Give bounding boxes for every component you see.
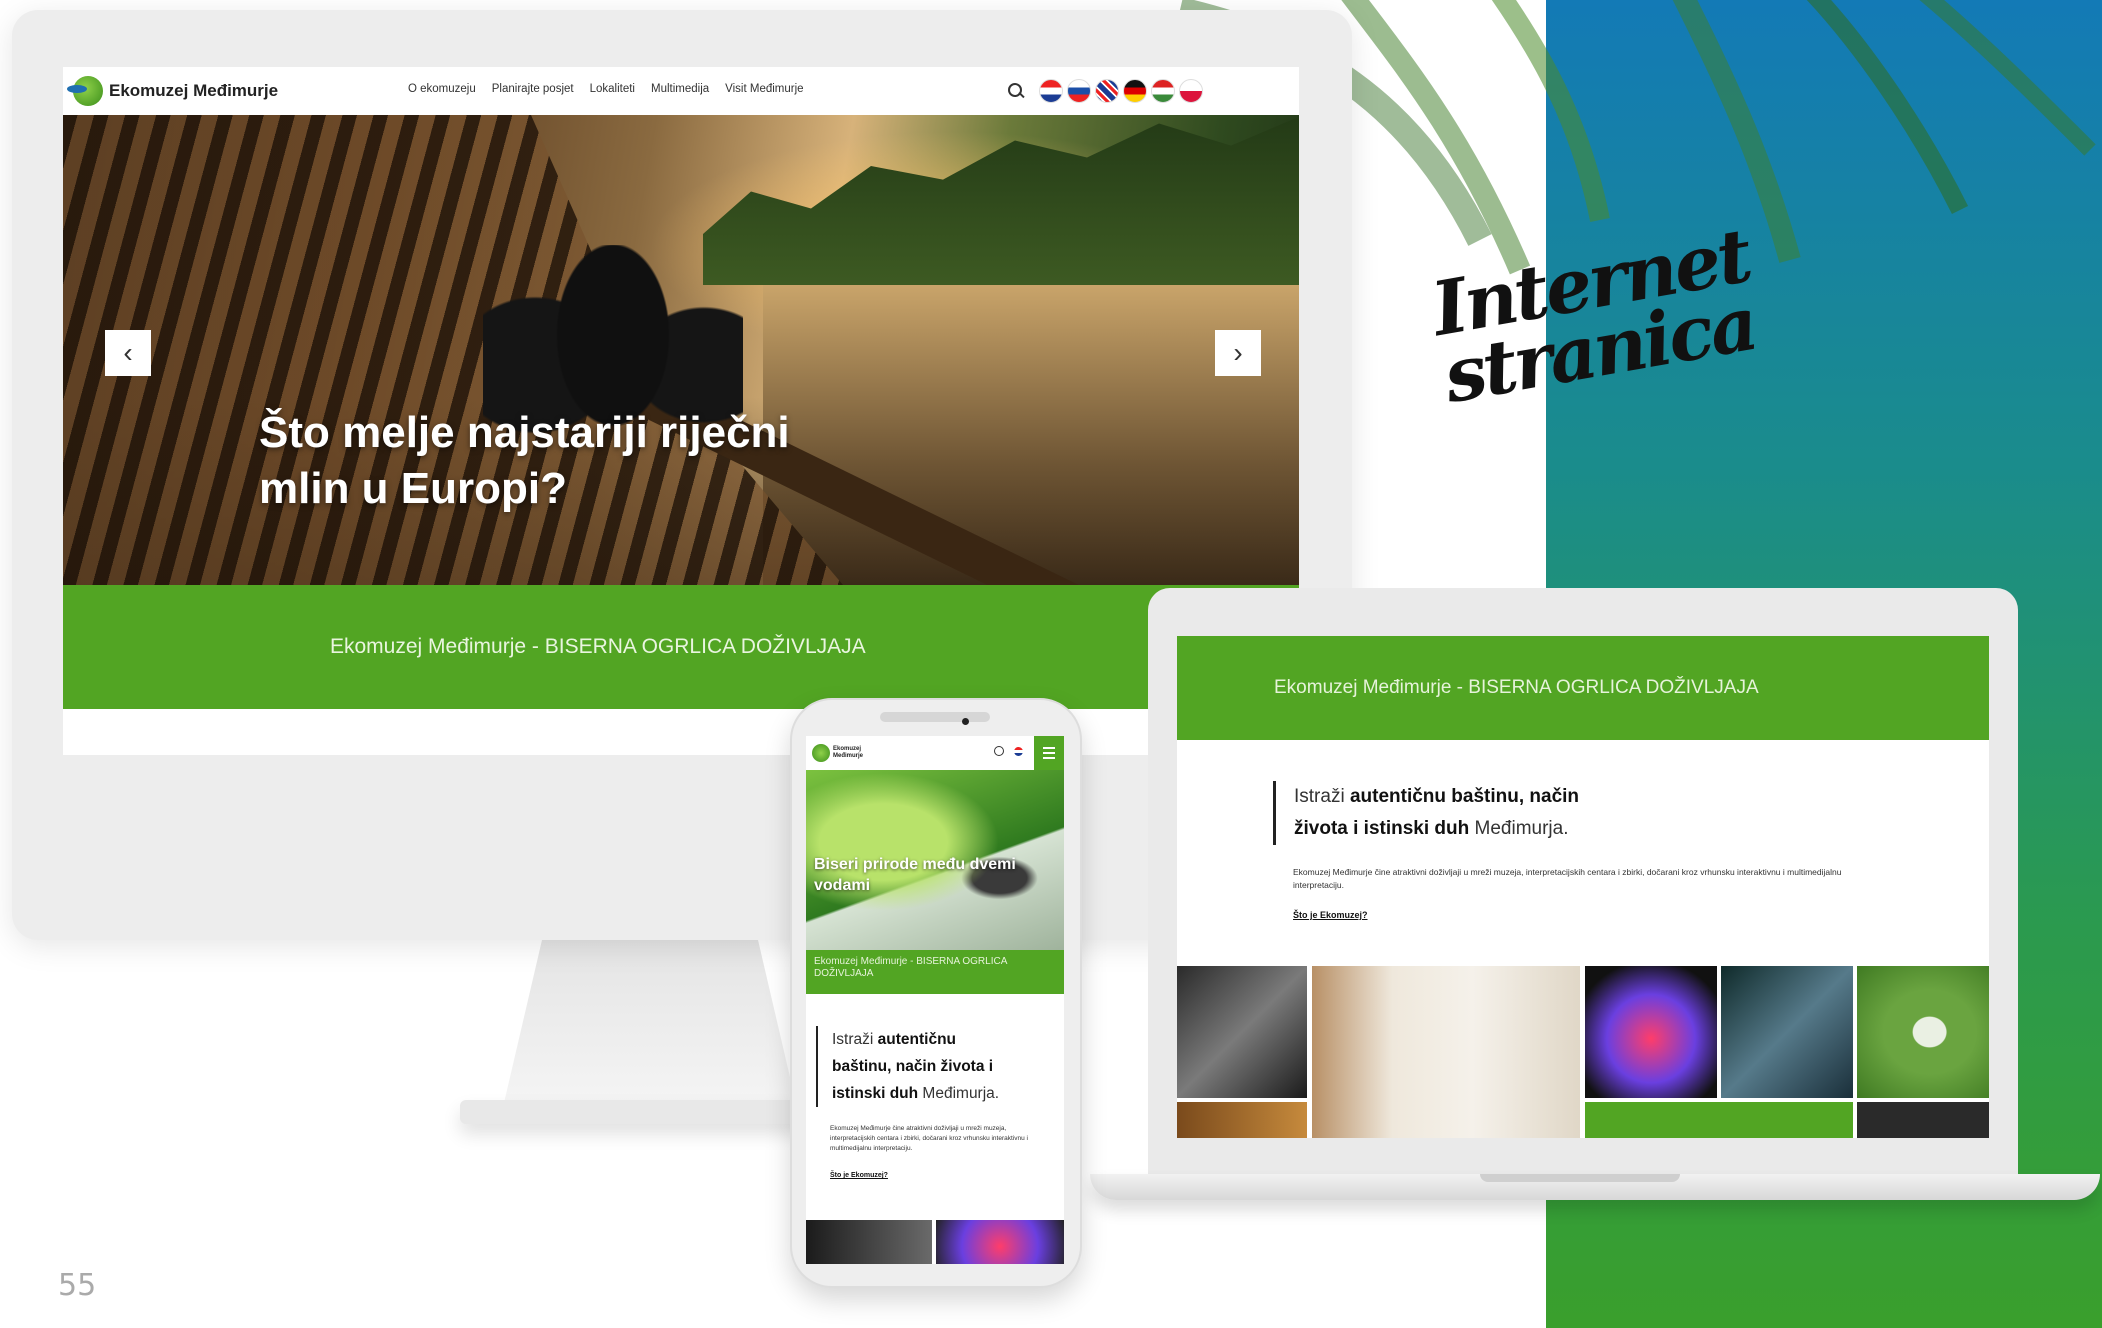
intro-plain-start: Istraži [1294,786,1350,807]
gallery-tile[interactable] [1177,1102,1307,1138]
hamburger-menu-button[interactable] [1034,736,1064,770]
nav-item-lokaliteti[interactable]: Lokaliteti [590,83,635,95]
phone-gallery-tile[interactable] [936,1220,1064,1264]
laptop-screen: Ekomuzej Međimurje - BISERNA OGRLICA DOŽ… [1177,636,1989,1138]
hero-trees [703,115,1299,285]
de-flag-icon[interactable] [1123,79,1147,103]
phone-intro-plain-end: Međimurja. [918,1085,1000,1102]
gallery-tile[interactable] [1312,966,1580,1138]
gallery-tile[interactable] [1177,966,1307,1098]
phone-hr-flag-icon[interactable] [1014,747,1023,756]
phone-body-text: Ekomuzej Međimurje čine atraktivni doživ… [830,1125,1028,1152]
slider-next-button[interactable]: › [1215,330,1261,376]
nav-item-visit-medimurje[interactable]: Visit Međimurje [725,83,803,95]
chevron-right-icon: › [1233,337,1243,368]
nav-tools [1007,79,1203,103]
pl-flag-icon[interactable] [1179,79,1203,103]
phone-gallery-tile[interactable] [806,1220,932,1264]
logo-icon[interactable] [67,76,103,106]
monitor-stand [500,940,800,1120]
uk-flag-icon[interactable] [1095,79,1119,103]
hu-flag-icon[interactable] [1151,79,1175,103]
laptop-intro-text: Istraži autentičnu baštinu, način života… [1273,781,1593,845]
phone-navbar: Ekomuzej Međimurje [806,736,1064,770]
phone-logo-line-2: Međimurje [833,753,864,759]
tagline-text: Ekomuzej Međimurje - BISERNA OGRLICA DOŽ… [330,635,866,658]
logo-text[interactable]: Ekomuzej Međimurje [109,81,278,101]
page-number: 55 [58,1268,97,1303]
laptop-learn-more-link[interactable]: Što je Ekomuzej? [1293,910,1368,920]
phone-speaker [880,712,990,722]
phone-logo-text[interactable]: Ekomuzej Međimurje [833,746,863,760]
phone-logo-line-1: Ekomuzej [833,746,862,752]
phone-tagline-band: Ekomuzej Međimurje - BISERNA OGRLICA DOŽ… [806,950,1064,994]
si-flag-icon[interactable] [1067,79,1091,103]
hero-slider: ‹ › Što melje najstariji riječni mlin u … [63,115,1299,585]
gallery-tile[interactable] [1857,966,1989,1098]
gallery-tile[interactable] [1585,1102,1853,1138]
nav-item-planirajte-posjet[interactable]: Planirajte posjet [492,83,574,95]
laptop-tagline-band: Ekomuzej Međimurje - BISERNA OGRLICA DOŽ… [1177,636,1989,740]
main-nav: O ekomuzeju Planirajte posjet Lokaliteti… [408,83,804,95]
monitor-base [460,1100,820,1124]
site-navbar: Ekomuzej Međimurje O ekomuzeju Planirajt… [63,67,1299,115]
laptop-body-text: Ekomuzej Međimurje čine atraktivni doživ… [1293,867,1842,890]
phone-camera [962,718,969,725]
intro-plain-end: Međimurja. [1469,818,1569,839]
tagline-band: Ekomuzej Međimurje - BISERNA OGRLICA DOŽ… [63,585,1299,709]
hero-title: Što melje najstariji riječni mlin u Euro… [259,408,790,513]
gallery-tile[interactable] [1857,1102,1989,1138]
phone-learn-more-link[interactable]: Što je Ekomuzej? [830,1172,888,1179]
laptop-notch [1480,1174,1680,1182]
phone-logo-icon[interactable] [812,744,830,762]
laptop-tagline-text: Ekomuzej Međimurje - BISERNA OGRLICA DOŽ… [1274,677,1759,698]
gallery-tile[interactable] [1721,966,1853,1098]
chevron-left-icon: ‹ [123,337,133,368]
phone-search-icon[interactable] [994,746,1004,756]
phone-screen: Ekomuzej Međimurje Biseri prirode među dv… [806,736,1064,1264]
nav-item-multimedija[interactable]: Multimedija [651,83,709,95]
slider-prev-button[interactable]: ‹ [105,330,151,376]
desktop-screen: Ekomuzej Međimurje O ekomuzeju Planirajt… [63,67,1299,755]
nav-item-o-ekomuzeju[interactable]: O ekomuzeju [408,83,476,95]
phone-hero-title: Biseri prirode među dvemi vodami [814,856,1016,894]
search-icon[interactable] [1007,82,1025,100]
gallery-tile[interactable] [1585,966,1717,1098]
hr-flag-icon[interactable] [1039,79,1063,103]
phone-intro-plain-start: Istraži [832,1031,878,1048]
phone-intro-text: Istraži autentičnu baštinu, način života… [816,1026,1016,1107]
